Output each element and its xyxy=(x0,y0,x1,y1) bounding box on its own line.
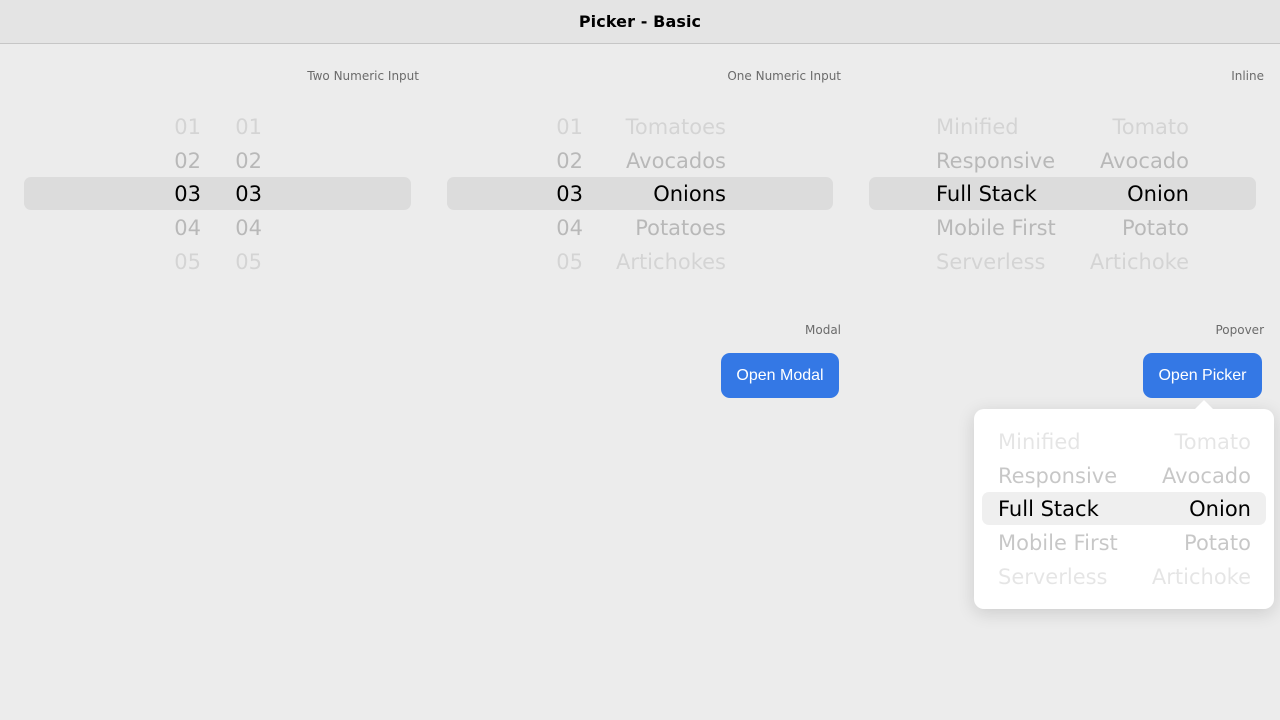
inline-picker[interactable]: Minified Responsive Full Stack Mobile Fi… xyxy=(869,110,1256,280)
picker-option-selected[interactable]: Onions xyxy=(653,177,726,211)
picker-option-selected[interactable]: Onion xyxy=(1189,492,1251,526)
picker-option[interactable]: 04 xyxy=(556,211,583,245)
popover-picker[interactable]: Minified Responsive Full Stack Mobile Fi… xyxy=(974,400,1274,609)
picker-option[interactable]: 02 xyxy=(174,144,201,178)
picker-option[interactable]: 01 xyxy=(174,110,201,144)
picker-option[interactable]: Responsive xyxy=(998,459,1117,493)
picker-option[interactable]: Artichoke xyxy=(1152,560,1251,594)
picker-option[interactable]: 02 xyxy=(235,144,262,178)
selection-highlight xyxy=(447,177,833,210)
picker-option[interactable]: Avocado xyxy=(1100,144,1189,178)
picker-option[interactable]: Potatoes xyxy=(635,211,726,245)
picker-option-selected[interactable]: 03 xyxy=(556,177,583,211)
picker-option[interactable]: 01 xyxy=(235,110,262,144)
one-numeric-input-label: One Numeric Input xyxy=(727,69,841,83)
picker-option[interactable]: Artichokes xyxy=(616,245,726,279)
picker-option[interactable]: Tomatoes xyxy=(626,110,726,144)
popover-label: Popover xyxy=(1215,323,1264,337)
picker-option[interactable]: 04 xyxy=(235,211,262,245)
popover-picker-wheel[interactable]: Minified Responsive Full Stack Mobile Fi… xyxy=(974,425,1274,595)
picker-option[interactable]: Minified xyxy=(998,425,1081,459)
picker-option[interactable]: Tomato xyxy=(1174,425,1251,459)
picker-option[interactable]: 04 xyxy=(174,211,201,245)
picker-option[interactable]: Artichoke xyxy=(1090,245,1189,279)
selection-highlight xyxy=(24,177,411,210)
modal-label: Modal xyxy=(805,323,841,337)
inline-label: Inline xyxy=(1231,69,1264,83)
picker-option-selected[interactable]: Full Stack xyxy=(936,177,1037,211)
picker-option[interactable]: Avocado xyxy=(1162,459,1251,493)
picker-option[interactable]: 02 xyxy=(556,144,583,178)
picker-option[interactable]: Tomato xyxy=(1112,110,1189,144)
picker-option[interactable]: Minified xyxy=(936,110,1019,144)
picker-option[interactable]: Potato xyxy=(1122,211,1189,245)
picker-option-selected[interactable]: 03 xyxy=(235,177,262,211)
picker-option[interactable]: Avocados xyxy=(626,144,726,178)
picker-option[interactable]: 01 xyxy=(556,110,583,144)
picker-option[interactable]: 05 xyxy=(174,245,201,279)
open-modal-button[interactable]: Open Modal xyxy=(721,353,839,398)
picker-option-selected[interactable]: 03 xyxy=(174,177,201,211)
two-numeric-picker[interactable]: 01 02 03 04 05 01 02 03 04 05 xyxy=(24,110,411,280)
picker-option[interactable]: Potato xyxy=(1184,526,1251,560)
picker-option[interactable]: 05 xyxy=(556,245,583,279)
page-title: Picker - Basic xyxy=(578,12,702,31)
selection-highlight xyxy=(869,177,1256,210)
title-bar: Picker - Basic xyxy=(0,0,1280,44)
picker-option-selected[interactable]: Onion xyxy=(1127,177,1189,211)
picker-option[interactable]: Serverless xyxy=(936,245,1046,279)
one-numeric-picker[interactable]: 01 02 03 04 05 Tomatoes Avocados Onions … xyxy=(447,110,833,280)
open-picker-button[interactable]: Open Picker xyxy=(1143,353,1262,398)
two-numeric-input-label: Two Numeric Input xyxy=(307,69,419,83)
picker-option[interactable]: Responsive xyxy=(936,144,1055,178)
picker-option[interactable]: Mobile First xyxy=(936,211,1056,245)
picker-option[interactable]: Mobile First xyxy=(998,526,1118,560)
picker-option[interactable]: 05 xyxy=(235,245,262,279)
picker-option-selected[interactable]: Full Stack xyxy=(998,492,1099,526)
popover-arrow xyxy=(1194,400,1214,410)
picker-option[interactable]: Serverless xyxy=(998,560,1108,594)
